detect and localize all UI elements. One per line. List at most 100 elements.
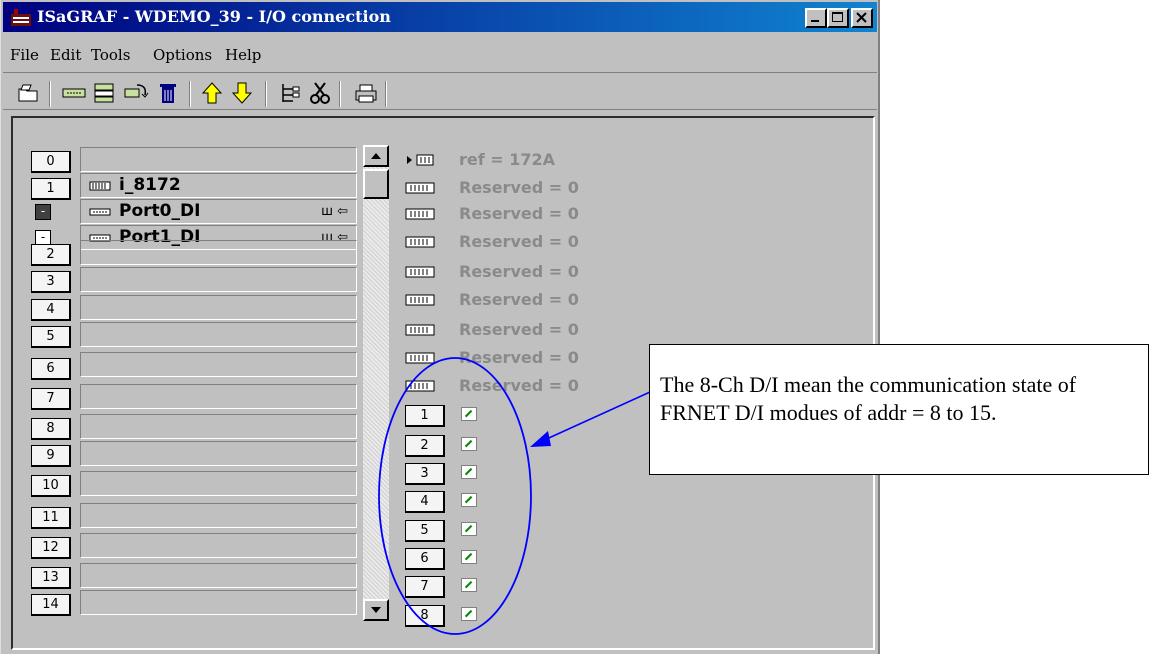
channel-status-icon[interactable] [461,550,477,564]
slot-number[interactable]: 10 [31,475,71,497]
slot-number[interactable]: 12 [31,537,71,559]
channel-number[interactable]: 5 [405,520,445,542]
slot-field[interactable] [80,441,357,466]
param-icon [405,266,435,278]
callout-box: The 8-Ch D/I mean the communication stat… [649,344,1149,475]
toolbar-separator [339,81,341,107]
channel-number[interactable]: 6 [405,548,445,570]
arrow-down-icon[interactable] [229,81,255,105]
slot-field[interactable] [80,563,357,588]
board-icon[interactable] [61,81,87,105]
toolbar-separator [265,81,267,107]
open-icon[interactable] [15,81,41,105]
channel-number[interactable]: 8 [405,605,445,627]
window-title: ISaGRAF - WDEMO_39 - I/O connection [37,7,391,26]
close-button[interactable] [851,8,873,28]
slot-field[interactable] [80,147,357,172]
scroll-up-button[interactable] [363,145,389,167]
param-icon [407,154,434,166]
slot-number[interactable]: 2 [31,244,71,266]
param-icon [405,324,435,336]
arrow-down-icon [371,607,381,613]
port-name: Port0_DI [119,201,201,221]
param-icon [405,380,435,392]
tree-icon[interactable] [279,81,305,105]
param-icon [405,182,435,194]
slot-field[interactable] [80,590,357,615]
slot-field[interactable] [80,503,357,528]
menu-options[interactable]: Options [153,46,212,64]
slot-field-i8172[interactable]: i_8172 [80,173,357,198]
menu-tools[interactable]: Tools [91,46,130,64]
slot-field[interactable] [80,352,357,377]
toolbar-separator [49,81,51,107]
channel-number[interactable]: 1 [405,405,445,427]
equipment-refresh-icon[interactable] [123,81,149,105]
channel-number[interactable]: 7 [405,576,445,598]
slot-field[interactable] [80,267,357,292]
equipment-icon[interactable] [91,81,117,105]
cut-icon[interactable] [307,81,333,105]
slot-number[interactable]: 14 [31,594,71,616]
slot-number[interactable]: 11 [31,507,71,529]
maximize-button[interactable] [827,8,849,28]
channel-status-icon[interactable] [461,407,477,421]
toolbar-separator [385,81,387,107]
slot-number[interactable]: 6 [31,358,71,380]
app-icon [11,9,31,26]
slot-number[interactable]: 9 [31,445,71,467]
channel-status-icon[interactable] [461,607,477,621]
callout-text: The 8-Ch D/I mean the communication stat… [660,372,1077,425]
arrow-up-icon[interactable] [199,81,225,105]
slot-field[interactable] [80,384,357,409]
menu-help[interactable]: Help [225,46,261,64]
menu-file[interactable]: File [10,46,39,64]
port-icon [89,208,111,216]
print-icon[interactable] [353,81,379,105]
close-icon [856,12,867,23]
port-field[interactable]: Port0_DI ꟺ ⇦ [80,199,357,224]
channel-status-icon[interactable] [461,522,477,536]
slot-number[interactable]: 8 [31,418,71,440]
title-bar[interactable]: ISaGRAF - WDEMO_39 - I/O connection [3,2,877,32]
scroll-down-button[interactable] [363,599,389,621]
slot-number[interactable]: 5 [31,326,71,348]
channel-number[interactable]: 2 [405,435,445,457]
slot-number[interactable]: 7 [31,388,71,410]
minimize-button[interactable] [805,8,827,28]
menu-edit[interactable]: Edit [50,46,81,64]
isagraf-window: ISaGRAF - WDEMO_39 - I/O connection File… [0,0,880,654]
slot-field[interactable] [80,322,357,347]
scroll-thumb[interactable] [363,169,389,199]
toolbar [3,72,877,110]
slot-field[interactable] [80,240,357,265]
slot-field[interactable] [80,471,357,496]
slot-field[interactable] [80,295,357,320]
channel-status-icon[interactable] [461,578,477,592]
slot-number[interactable]: 4 [31,299,71,321]
channel-number[interactable]: 3 [405,463,445,485]
channel-status-icon[interactable] [461,437,477,451]
slot-field[interactable] [80,533,357,558]
param-icon [405,294,435,306]
menu-bar: File Edit Tools Options Help [3,42,877,68]
slot-number[interactable]: 0 [31,151,71,173]
pulse-input-icon: ꟺ ⇦ [321,204,348,219]
port-collapse-toggle[interactable]: - [35,204,51,220]
param-icon [405,208,435,220]
slot-number[interactable]: 3 [31,271,71,293]
board-name: i_8172 [119,175,181,195]
slot-field[interactable] [80,414,357,439]
slot-number[interactable]: 1 [31,178,71,200]
arrow-up-icon [371,153,381,159]
slot-number[interactable]: 13 [31,567,71,589]
board-icon [89,181,111,191]
channel-status-icon[interactable] [461,493,477,507]
toolbar-separator [189,81,191,107]
trash-icon[interactable] [155,81,181,105]
channel-status-icon[interactable] [461,465,477,479]
channel-number[interactable]: 4 [405,491,445,513]
maximize-icon [832,12,843,22]
param-icon [405,352,435,364]
vertical-scrollbar[interactable] [363,145,389,621]
